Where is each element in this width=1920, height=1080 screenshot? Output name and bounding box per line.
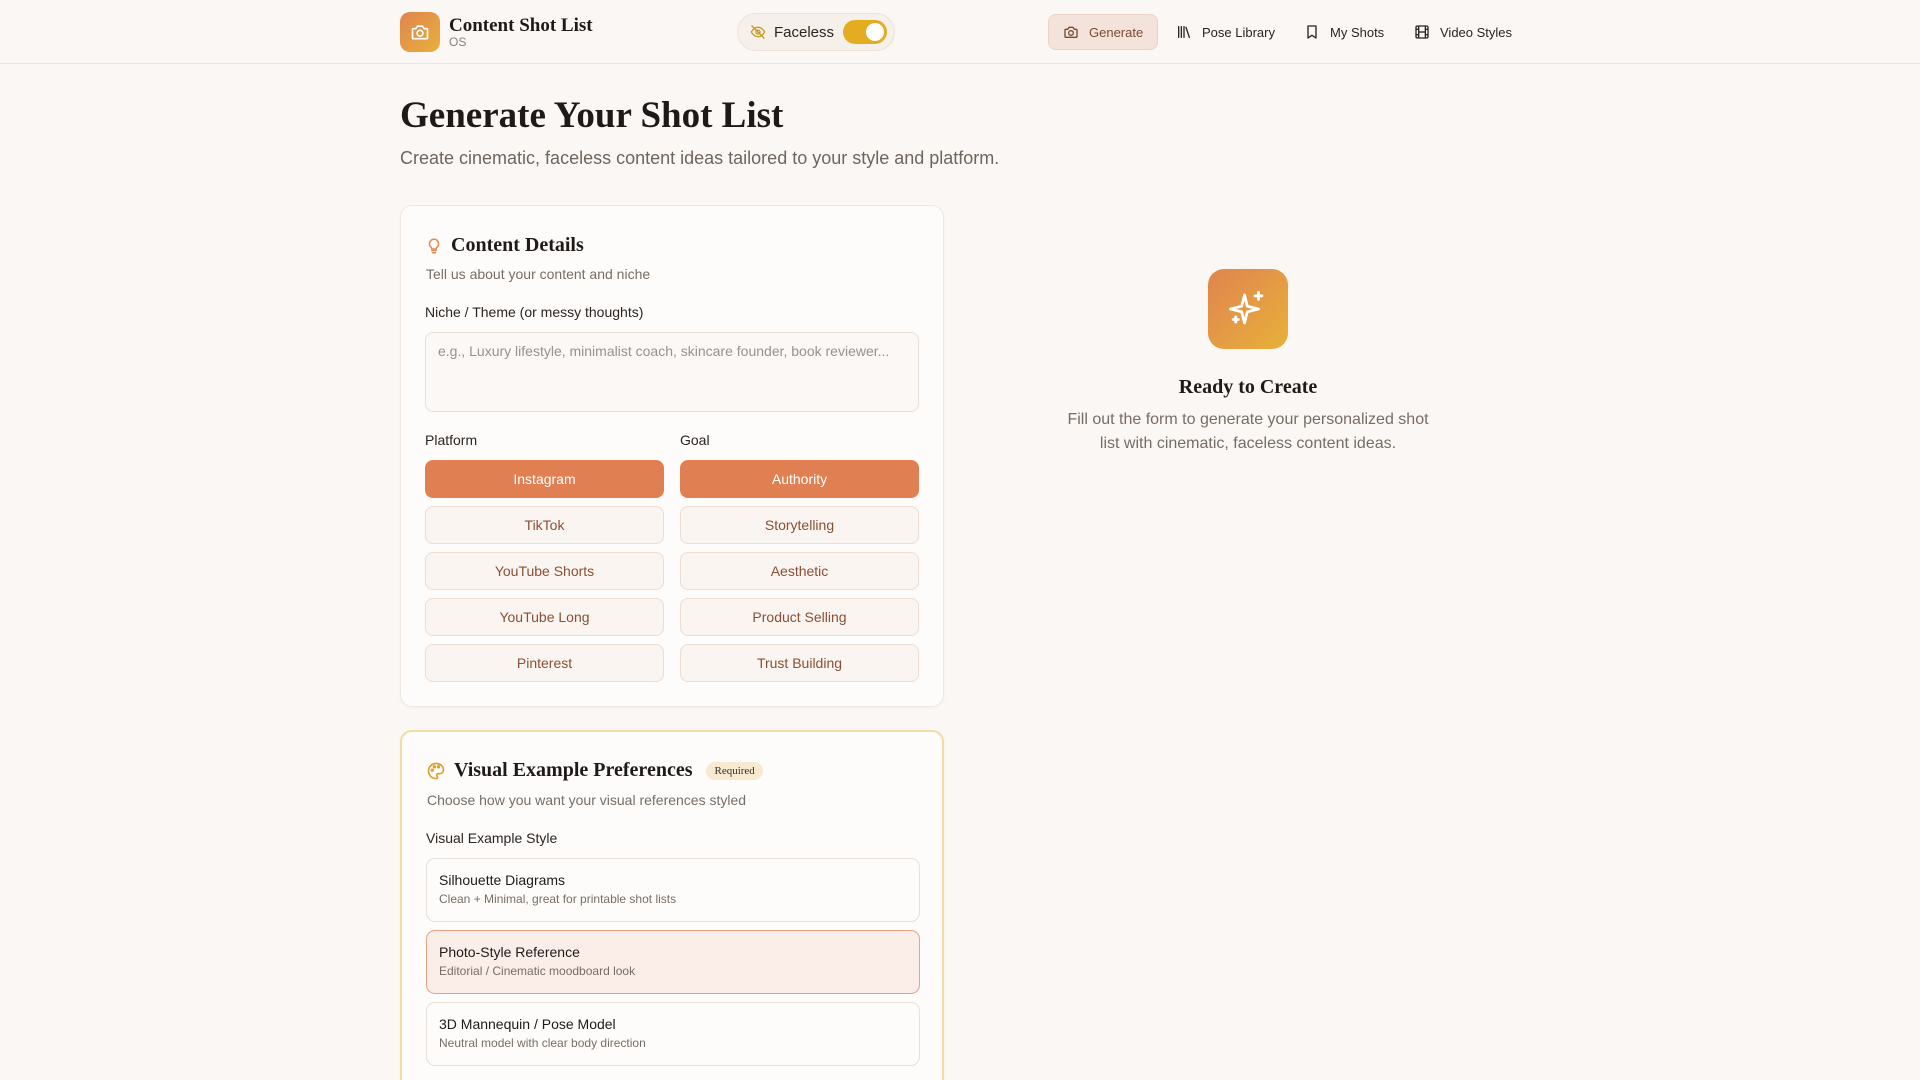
- content-details-card: Content Details Tell us about your conte…: [400, 205, 944, 707]
- film-icon: [1415, 25, 1429, 39]
- visual-preferences-card: Visual Example Preferences Required Choo…: [400, 730, 944, 1080]
- nav-video-styles[interactable]: Video Styles: [1400, 14, 1526, 50]
- palette-icon: [427, 762, 445, 779]
- lightbulb-icon: [428, 237, 440, 253]
- faceless-switch[interactable]: [843, 20, 888, 44]
- goal-option-authority[interactable]: Authority: [680, 460, 919, 498]
- content-details-description: Tell us about your content and niche: [426, 266, 651, 282]
- visual-preferences-description: Choose how you want your visual referenc…: [427, 792, 747, 808]
- visual-preferences-title: Visual Example Preferences: [454, 759, 693, 781]
- nav-pose-library[interactable]: Pose Library: [1162, 14, 1289, 50]
- style-option-silhouette[interactable]: Silhouette Diagrams Clean + Minimal, gre…: [426, 858, 920, 922]
- bookmark-icon: [1307, 25, 1317, 39]
- style-option-desc: Neutral model with clear body direction: [439, 1036, 646, 1050]
- nav-my-shots-label: My Shots: [1330, 24, 1385, 40]
- visual-preferences-header: Visual Example Preferences Required: [426, 759, 763, 782]
- platform-option-instagram[interactable]: Instagram: [425, 460, 664, 498]
- style-option-desc: Clean + Minimal, great for printable sho…: [439, 892, 677, 906]
- brand-title: Content Shot List: [449, 14, 593, 36]
- goal-option-storytelling[interactable]: Storytelling: [680, 506, 919, 544]
- required-badge: Required: [706, 761, 763, 780]
- style-option-mannequin[interactable]: 3D Mannequin / Pose Model Neutral model …: [426, 1002, 920, 1066]
- camera-icon: [400, 12, 440, 52]
- page-title: Generate Your Shot List: [400, 95, 784, 136]
- sparkles-icon: [1208, 269, 1288, 349]
- platform-option-youtube-shorts[interactable]: YouTube Shorts: [425, 552, 664, 590]
- platform-option-youtube-long[interactable]: YouTube Long: [425, 598, 664, 636]
- top-bar: Content Shot List OS Faceless Generate P…: [0, 0, 1920, 64]
- style-option-title: Silhouette Diagrams: [439, 872, 566, 888]
- nav-generate[interactable]: Generate: [1048, 14, 1159, 50]
- goal-label: Goal: [680, 432, 710, 448]
- goal-option-trust-building[interactable]: Trust Building: [680, 644, 919, 682]
- niche-label: Niche / Theme (or messy thoughts): [425, 304, 644, 320]
- goal-option-product-selling[interactable]: Product Selling: [680, 598, 919, 636]
- content-details-title: Content Details: [451, 234, 584, 256]
- ready-title: Ready to Create: [1178, 376, 1318, 398]
- platform-option-pinterest[interactable]: Pinterest: [425, 644, 664, 682]
- style-option-desc: Editorial / Cinematic moodboard look: [439, 964, 636, 978]
- brand-subtitle: OS: [449, 34, 467, 49]
- niche-input[interactable]: [425, 332, 919, 412]
- goal-option-aesthetic[interactable]: Aesthetic: [680, 552, 919, 590]
- nav-pose-library-label: Pose Library: [1202, 24, 1275, 40]
- toggle-knob: [866, 23, 885, 41]
- camera-icon: [1064, 26, 1078, 38]
- content-details-header: Content Details: [425, 234, 584, 257]
- brand[interactable]: Content Shot List OS: [400, 12, 593, 52]
- style-option-photo[interactable]: Photo-Style Reference Editorial / Cinema…: [426, 930, 920, 994]
- page-subtitle: Create cinematic, faceless content ideas…: [400, 148, 1000, 168]
- visual-style-label: Visual Example Style: [426, 830, 558, 846]
- faceless-label: Faceless: [774, 23, 835, 41]
- platform-label: Platform: [425, 432, 478, 448]
- library-icon: [1178, 26, 1190, 38]
- ready-description: Fill out the form to generate your perso…: [1067, 411, 1429, 452]
- style-option-title: Photo-Style Reference: [439, 944, 580, 960]
- eye-off-icon: [750, 25, 766, 39]
- nav-generate-label: Generate: [1089, 24, 1144, 40]
- nav-my-shots[interactable]: My Shots: [1290, 14, 1398, 50]
- style-option-title: 3D Mannequin / Pose Model: [439, 1016, 616, 1032]
- faceless-toggle[interactable]: Faceless: [737, 13, 895, 51]
- nav-video-styles-label: Video Styles: [1440, 24, 1513, 40]
- platform-option-tiktok[interactable]: TikTok: [425, 506, 664, 544]
